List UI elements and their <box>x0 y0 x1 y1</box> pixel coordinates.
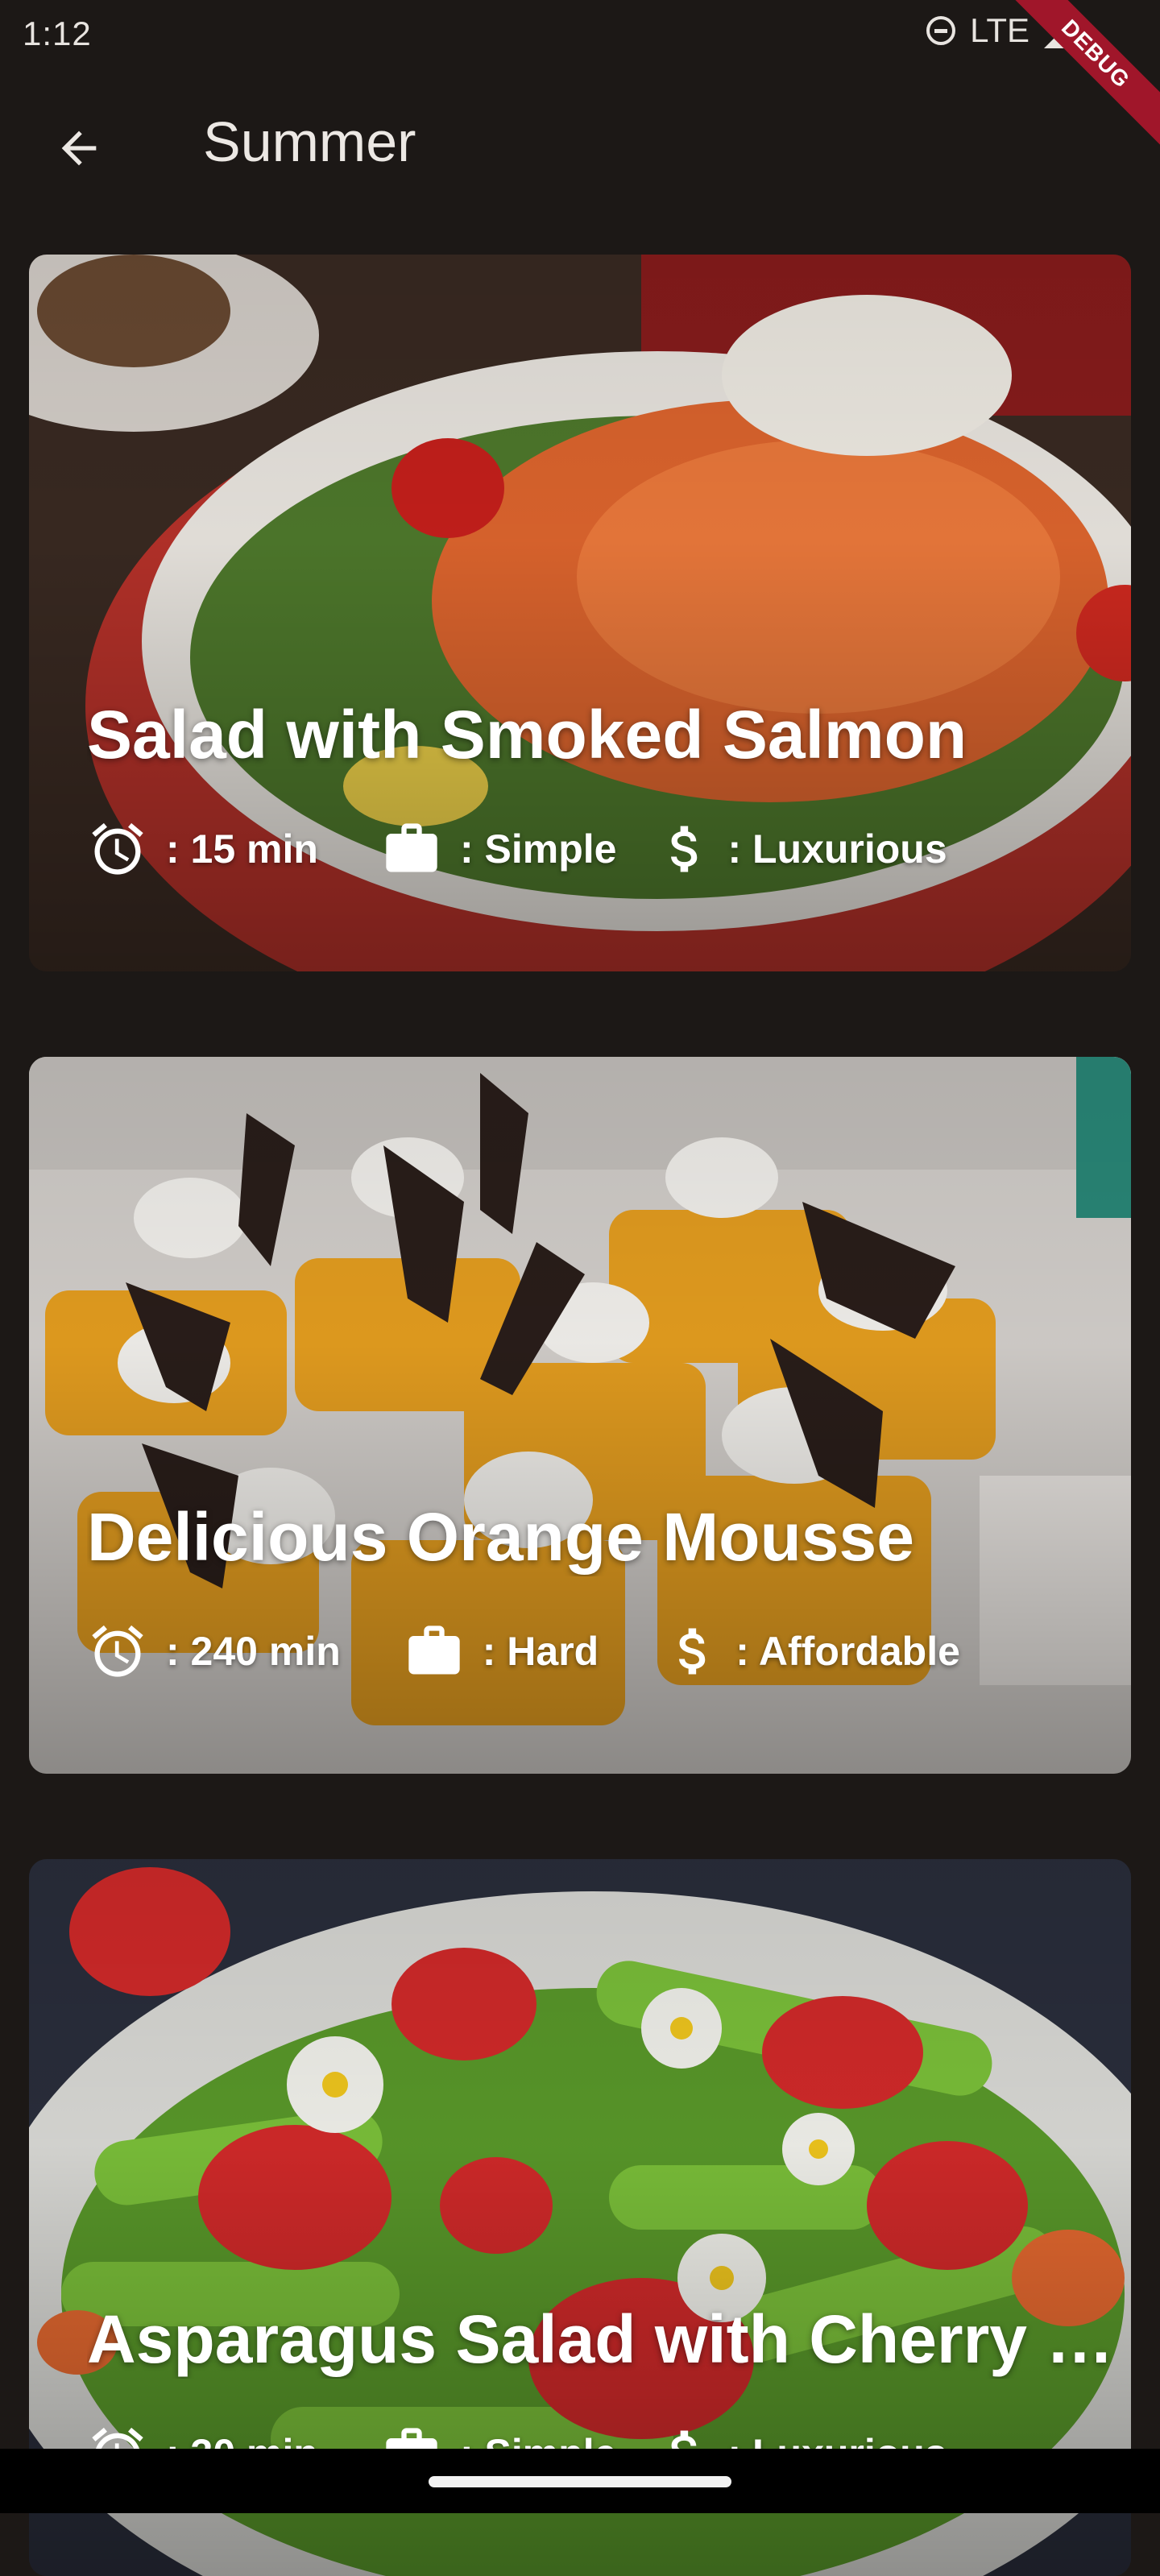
page-title: Summer <box>203 110 416 173</box>
dollar-icon <box>679 1628 706 1675</box>
alarm-clock-icon <box>92 1625 143 1677</box>
duration-text: : 15 min <box>166 826 318 872</box>
affordability-info: : Affordable <box>669 1621 960 1682</box>
affordability-text: : Luxurious <box>727 826 947 872</box>
status-time: 1:12 <box>23 14 92 52</box>
recipe-title: Salad with Smoked Salmon <box>87 697 967 772</box>
back-button[interactable] <box>42 111 116 185</box>
gesture-handle[interactable] <box>429 2476 731 2487</box>
duration-text: : 240 min <box>166 1629 341 1674</box>
affordability-info: : Luxurious <box>661 818 947 880</box>
duration-info: : 240 min <box>87 1621 341 1682</box>
dollar-icon <box>671 826 698 872</box>
briefcase-icon <box>408 1626 460 1675</box>
navigation-bar <box>0 2449 1160 2513</box>
recipe-meta: : 240 min : Hard : Affordable <box>87 1621 960 1682</box>
alarm-clock-icon <box>92 822 143 875</box>
complexity-text: : Hard <box>482 1629 599 1674</box>
duration-info: : 15 min <box>87 818 318 880</box>
do-not-disturb-icon <box>926 16 956 45</box>
complexity-info: : Simple <box>381 818 616 880</box>
complexity-info: : Hard <box>404 1621 599 1682</box>
recipe-title: Asparagus Salad with Cherry Tomatoes <box>87 2301 1118 2377</box>
recipe-card[interactable]: Salad with Smoked Salmon : 15 min : Simp… <box>29 255 1131 971</box>
network-type: LTE <box>970 11 1030 49</box>
app-bar: Summer <box>0 68 1160 226</box>
recipe-title: Delicious Orange Mousse <box>87 1499 914 1575</box>
status-bar: 1:12 LTE DEBUG <box>0 0 1160 153</box>
complexity-text: : Simple <box>459 826 617 872</box>
briefcase-icon <box>386 823 437 872</box>
arrow-back-icon <box>61 130 97 166</box>
recipe-card[interactable]: Delicious Orange Mousse : 240 min : Hard… <box>29 1057 1131 1774</box>
affordability-text: : Affordable <box>735 1629 960 1674</box>
recipe-meta: : 15 min : Simple : Luxurious <box>87 818 947 880</box>
